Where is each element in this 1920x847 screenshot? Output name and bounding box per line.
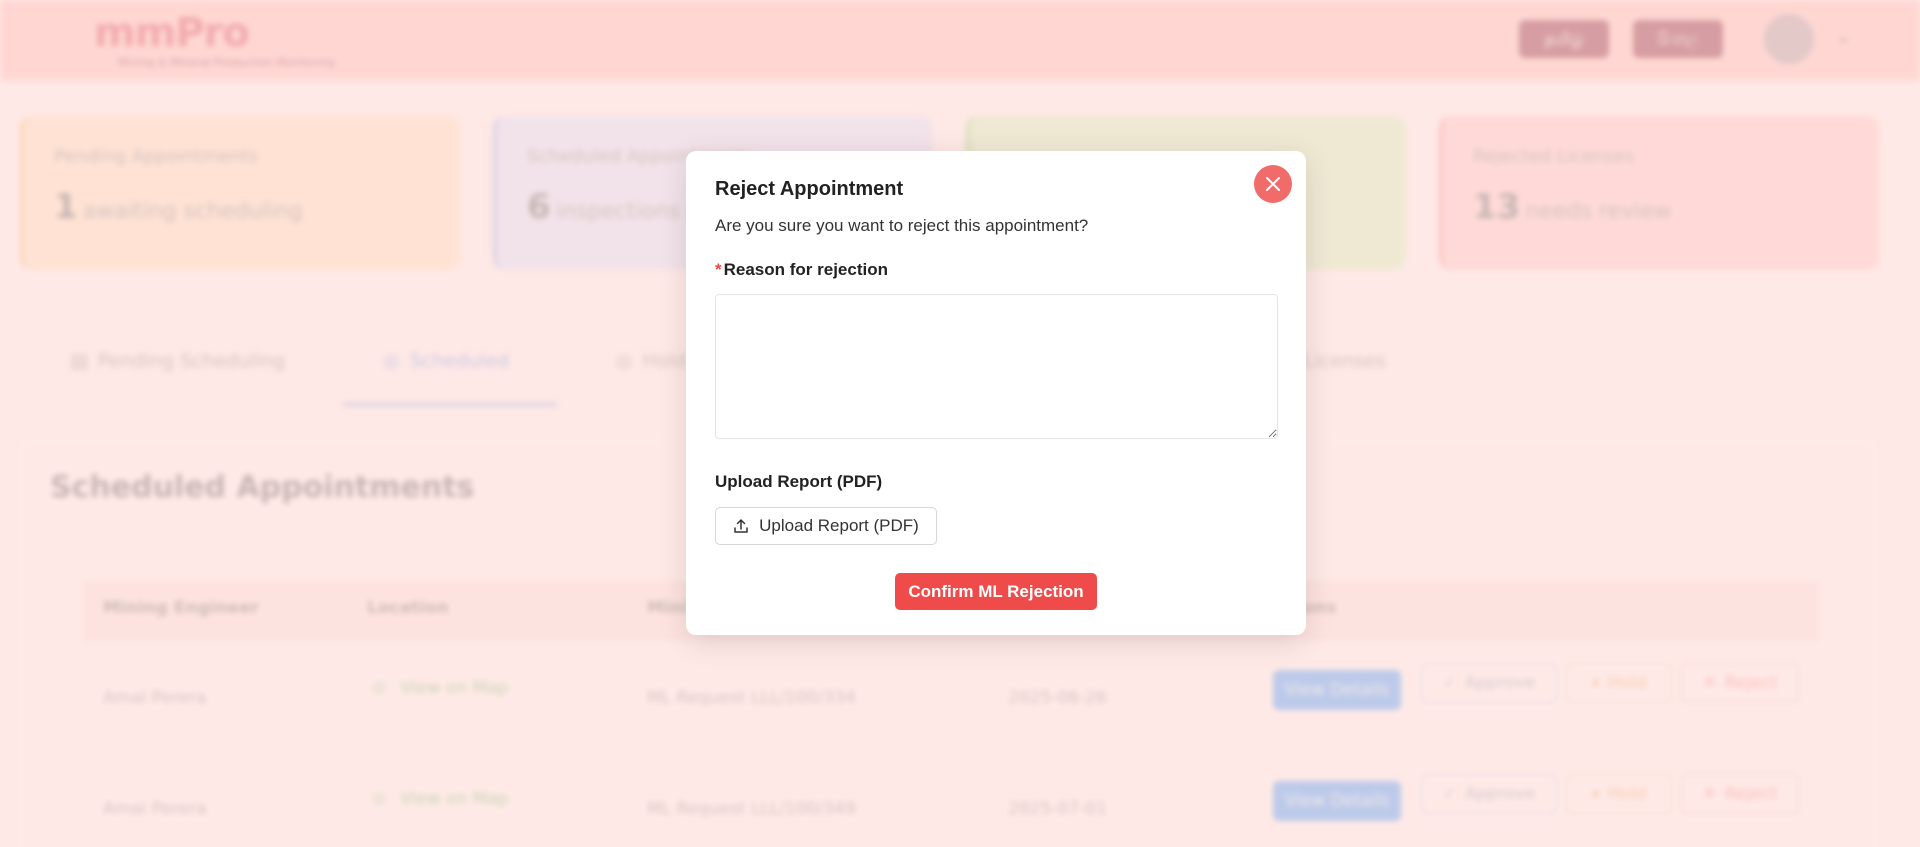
reason-label: * Reason for rejection (715, 260, 888, 280)
confirm-rejection-button[interactable]: Confirm ML Rejection (895, 573, 1097, 610)
modal-close-button[interactable] (1254, 165, 1292, 203)
modal-title: Reject Appointment (715, 178, 904, 200)
upload-icon (734, 519, 748, 533)
upload-button-label: Upload Report (PDF) (759, 516, 919, 535)
modal-message: Are you sure you want to reject this app… (715, 216, 1089, 235)
upload-label: Upload Report (PDF) (715, 472, 883, 491)
reject-appointment-modal: Reject Appointment Are you sure you want… (686, 151, 1306, 635)
reason-textarea[interactable] (715, 294, 1278, 439)
close-icon (1266, 177, 1280, 191)
reason-label-text: Reason for rejection (723, 260, 888, 279)
required-asterisk: * (715, 260, 722, 279)
upload-report-button[interactable]: Upload Report (PDF) (715, 507, 937, 545)
